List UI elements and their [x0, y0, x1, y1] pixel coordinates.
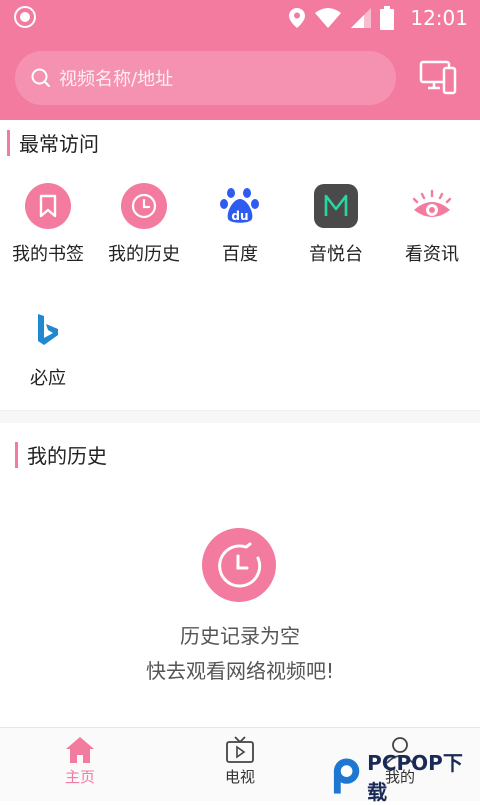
section-bar	[7, 129, 10, 156]
section-divider	[0, 410, 480, 423]
tab-home[interactable]: 主页	[30, 728, 130, 801]
shortcut-label: 必应	[30, 368, 66, 389]
status-bar: 12:01	[0, 0, 480, 36]
empty-history-illustration	[202, 528, 276, 602]
section-title-history: 我的历史	[27, 444, 107, 468]
eye-icon	[412, 189, 452, 217]
empty-history-line1: 历史记录为空	[180, 624, 300, 648]
section-bar	[15, 441, 18, 468]
battery-icon	[380, 6, 394, 30]
svg-text:du: du	[231, 209, 248, 223]
shortcut-bing[interactable]: 必应	[0, 306, 96, 390]
status-icons	[288, 6, 394, 30]
notification-icon	[14, 6, 36, 28]
watermark-text: PCPOP下载	[367, 751, 463, 804]
shortcut-label: 看资讯	[405, 244, 459, 265]
header: 12:01 视频名称/地址	[0, 0, 480, 120]
tv-icon	[226, 736, 254, 763]
section-title-frequent: 最常访问	[19, 132, 99, 156]
search-icon	[31, 68, 50, 87]
pcpop-logo-icon	[333, 758, 360, 794]
tab-tv[interactable]: 电视	[190, 728, 290, 801]
shortcut-label: 我的书签	[12, 244, 84, 265]
shortcut-label: 音悦台	[309, 244, 363, 265]
shortcut-baidu[interactable]: du 百度	[192, 182, 288, 266]
tab-label: 电视	[224, 768, 255, 786]
tab-label: 主页	[64, 768, 95, 786]
baidu-paw-icon: du	[220, 188, 259, 223]
clock-icon	[121, 183, 167, 229]
devices-icon[interactable]	[418, 58, 458, 98]
shortcut-yinyuetai[interactable]: 音悦台	[288, 182, 384, 266]
wifi-icon	[315, 8, 341, 28]
history-clock-icon	[218, 542, 262, 588]
location-icon	[289, 8, 305, 28]
search-input[interactable]: 视频名称/地址	[15, 51, 396, 105]
shortcut-news[interactable]: 看资讯	[384, 182, 480, 266]
section-frequent: 最常访问	[7, 128, 99, 157]
shortcut-label: 我的历史	[108, 244, 180, 265]
signal-icon	[351, 8, 371, 28]
shortcut-history[interactable]: 我的历史	[96, 182, 192, 266]
clock-time: 12:01	[410, 6, 468, 30]
watermark-logo: PCPOP下载	[330, 751, 480, 804]
section-history: 我的历史	[15, 440, 107, 469]
shortcut-bookmarks[interactable]: 我的书签	[0, 182, 96, 266]
shortcut-label: 百度	[222, 244, 258, 265]
home-icon	[66, 737, 94, 763]
empty-history-line2: 快去观看网络视频吧!	[145, 659, 335, 683]
bing-icon	[38, 314, 58, 345]
bookmark-icon	[25, 183, 71, 229]
search-placeholder: 视频名称/地址	[59, 69, 174, 90]
yinyuetai-m-icon	[314, 184, 358, 228]
